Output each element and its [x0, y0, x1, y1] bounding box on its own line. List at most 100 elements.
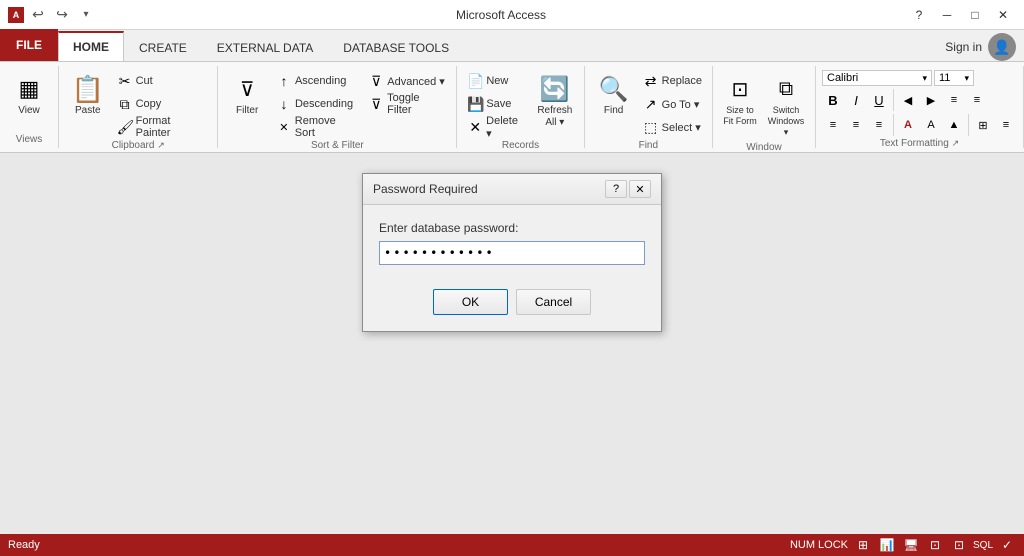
dialog-title: Password Required [373, 182, 605, 196]
dialog-label: Enter database password: [379, 221, 645, 235]
descending-button[interactable]: ↓ Descending [272, 93, 362, 115]
bold-button[interactable]: B [822, 89, 844, 111]
ok-button[interactable]: OK [433, 289, 508, 315]
font-color-button[interactable]: A [897, 114, 919, 136]
cancel-button[interactable]: Cancel [516, 289, 591, 315]
status-icon-1[interactable]: ⊞ [854, 536, 872, 554]
records-group-inner: 📄 New 💾 Save ✕ Delete ▾ 🔄 RefreshAll ▾ [463, 66, 577, 138]
remove-sort-icon: ✕ [276, 121, 292, 134]
undo-button[interactable]: ↩ [28, 5, 48, 25]
delete-button[interactable]: ✕ Delete ▾ [463, 116, 530, 138]
refresh-button[interactable]: 🔄 RefreshAll ▾ [532, 70, 578, 132]
records-small-buttons: 📄 New 💾 Save ✕ Delete ▾ [463, 70, 530, 138]
help-button[interactable]: ? [906, 5, 932, 25]
advanced-icon: ⊽ [368, 73, 384, 90]
font-selector[interactable]: Calibri ▾ [822, 70, 932, 86]
find-label: Find [604, 105, 623, 117]
align-right-button[interactable]: ≡ [868, 114, 890, 136]
font-size-selector[interactable]: 11 ▾ [934, 70, 974, 86]
paste-label: Paste [75, 105, 101, 117]
status-icon-4[interactable]: ⊡ [926, 536, 944, 554]
views-group-inner: ▦ View [6, 66, 52, 132]
quick-access-dropdown[interactable]: ▾ [76, 5, 96, 25]
separator2 [893, 114, 894, 136]
remove-sort-button[interactable]: ✕ Remove Sort [272, 116, 362, 138]
redo-button[interactable]: ↪ [52, 5, 72, 25]
status-icon-2[interactable]: 📊 [878, 536, 896, 554]
dialog-footer: OK Cancel [363, 281, 661, 331]
status-icon-7[interactable]: ✓ [998, 536, 1016, 554]
ribbon-tabs: FILE HOME CREATE EXTERNAL DATA DATABASE … [0, 30, 1024, 62]
remove-sort-label: Remove Sort [295, 115, 358, 139]
dialog-help-button[interactable]: ? [605, 180, 627, 198]
maximize-button[interactable]: □ [962, 5, 988, 25]
select-icon: ⬚ [643, 119, 659, 136]
status-icon-sql[interactable]: SQL [974, 536, 992, 554]
views-group-label: Views [6, 132, 52, 148]
underline-button[interactable]: U [868, 89, 890, 111]
status-text: Ready [8, 539, 790, 551]
gridlines-button[interactable]: ⊞ [972, 114, 994, 136]
indent-right-button[interactable]: ▶ [920, 89, 942, 111]
find-button[interactable]: 🔍 Find [591, 70, 637, 120]
clipboard-group: 📋 Paste ✂ Cut ⧉ Copy 🖌 Format Painter [59, 66, 218, 148]
signin-link[interactable]: Sign in [945, 40, 982, 54]
find-icon: 🔍 [598, 73, 630, 105]
paste-button[interactable]: 📋 Paste [65, 70, 111, 120]
new-label: New [486, 75, 508, 87]
dialog-close-button[interactable]: ✕ [629, 180, 651, 198]
select-button[interactable]: ⬚ Select ▾ [639, 116, 706, 138]
toggle-filter-button[interactable]: ⊽ Toggle Filter [364, 93, 450, 115]
sort-filter-group-label: Sort & Filter [224, 138, 450, 153]
numbering-button[interactable]: ≡ [943, 89, 965, 111]
bullets-button[interactable]: ≡ [966, 89, 988, 111]
app-title: Microsoft Access [96, 8, 906, 22]
indent-left-button[interactable]: ◀ [897, 89, 919, 111]
font-size-dropdown-icon: ▾ [964, 73, 969, 84]
ascending-button[interactable]: ↑ Ascending [272, 70, 362, 92]
new-button[interactable]: 📄 New [463, 70, 530, 92]
password-input[interactable] [379, 241, 645, 265]
align-left-button[interactable]: ≡ [822, 114, 844, 136]
goto-button[interactable]: ↗ Go To ▾ [639, 93, 706, 115]
replace-label: Replace [662, 75, 702, 87]
descending-label: Descending [295, 98, 353, 110]
save-button[interactable]: 💾 Save [463, 93, 530, 115]
dialog-titlebar: Password Required ? ✕ [363, 174, 661, 205]
tab-file[interactable]: FILE [0, 29, 58, 61]
close-button[interactable]: ✕ [990, 5, 1016, 25]
italic-button[interactable]: I [845, 89, 867, 111]
cut-button[interactable]: ✂ Cut [113, 70, 212, 92]
signin-area: Sign in 👤 [945, 33, 1024, 61]
font-dropdown-icon: ▾ [922, 73, 927, 84]
shading-button[interactable]: ▲ [943, 114, 965, 136]
find-small-buttons: ⇄ Replace ↗ Go To ▾ ⬚ Select ▾ [639, 70, 706, 138]
tab-external-data[interactable]: EXTERNAL DATA [202, 33, 328, 61]
alignment-row: ≡ ≡ ≡ A A ▲ ⊞ ≡ [822, 114, 1017, 136]
size-to-fit-button[interactable]: ⊡ Size toFit Form [719, 70, 761, 130]
view-button[interactable]: ▦ View [6, 70, 52, 120]
filter-button[interactable]: ⊽ Filter [224, 70, 270, 120]
clipboard-group-label: Clipboard ↗ [65, 138, 211, 153]
tab-database-tools[interactable]: DATABASE TOOLS [328, 33, 464, 61]
ribbon-content: ▦ View Views 📋 Paste ✂ Cut ⧉ [0, 62, 1024, 152]
format-painter-button[interactable]: 🖌 Format Painter [113, 116, 212, 138]
align-center-button[interactable]: ≡ [845, 114, 867, 136]
tab-home[interactable]: HOME [58, 31, 124, 61]
alt-row-button[interactable]: ≡ [995, 114, 1017, 136]
ascending-icon: ↑ [276, 73, 292, 89]
copy-button[interactable]: ⧉ Copy [113, 93, 212, 115]
user-avatar[interactable]: 👤 [988, 33, 1016, 61]
highlight-button[interactable]: A [920, 114, 942, 136]
status-icon-3[interactable]: 🖥 [902, 536, 920, 554]
advanced-button[interactable]: ⊽ Advanced ▾ [364, 70, 450, 92]
replace-button[interactable]: ⇄ Replace [639, 70, 706, 92]
sort-filter-group-inner: ⊽ Filter ↑ Ascending ↓ Descending ✕ Remo… [224, 66, 450, 138]
num-lock-label: NUM LOCK [790, 539, 848, 551]
switch-windows-button[interactable]: ⧉ SwitchWindows ▾ [763, 70, 809, 140]
tab-create[interactable]: CREATE [124, 33, 202, 61]
minimize-button[interactable]: ─ [934, 5, 960, 25]
status-icon-5[interactable]: ⊡ [950, 536, 968, 554]
status-bar: Ready NUM LOCK ⊞ 📊 🖥 ⊡ ⊡ SQL ✓ [0, 534, 1024, 556]
advanced-label: Advanced ▾ [387, 75, 445, 88]
